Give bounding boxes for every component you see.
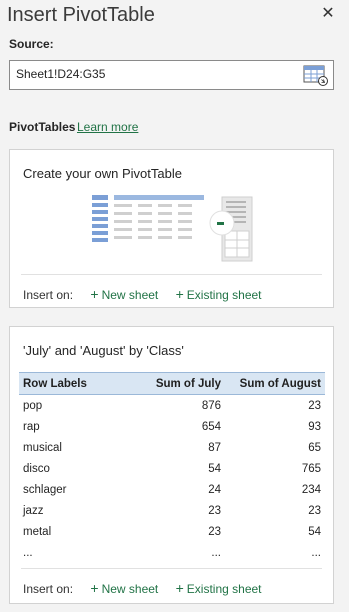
august-value: 23 [308, 504, 321, 517]
insert-on-label: Insert on: [23, 582, 74, 596]
table-header-row: Row Labels Sum of July Sum of August [19, 372, 325, 395]
source-range-field[interactable] [9, 60, 334, 90]
column-header: Sum of July [117, 372, 225, 395]
new-sheet-label: New sheet [101, 582, 159, 596]
create-card-insert-row: Insert on: + New sheet + Existing sheet [23, 286, 262, 302]
pivottable-illustration-icon [92, 195, 254, 263]
table-row: ... ... ... [19, 542, 325, 563]
row-label: pop [23, 399, 43, 412]
pane-title: Insert PivotTable [7, 4, 155, 26]
source-range-input[interactable] [16, 67, 286, 81]
august-value: 23 [308, 399, 321, 412]
table-row: metal 23 54 [19, 521, 325, 542]
new-sheet-button[interactable]: + New sheet [90, 580, 159, 596]
august-value: ... [311, 546, 321, 559]
row-label: metal [23, 525, 52, 538]
july-value: 23 [208, 525, 221, 538]
plus-icon: + [90, 286, 99, 302]
row-label: jazz [23, 504, 44, 517]
existing-sheet-label: Existing sheet [186, 582, 262, 596]
existing-sheet-label: Existing sheet [186, 288, 262, 302]
row-label: schlager [23, 483, 67, 496]
august-value: 765 [301, 462, 321, 475]
august-value: 65 [308, 441, 321, 454]
range-select-icon[interactable] [303, 64, 329, 86]
july-value: 654 [201, 420, 221, 433]
plus-icon: + [90, 580, 99, 596]
row-label: ... [23, 546, 33, 559]
new-sheet-label: New sheet [101, 288, 159, 302]
existing-sheet-button[interactable]: + Existing sheet [175, 286, 262, 302]
plus-icon: + [175, 580, 184, 596]
july-value: 24 [208, 483, 221, 496]
column-header: Row Labels [19, 372, 117, 395]
create-card-title: Create your own PivotTable [23, 166, 182, 181]
august-value: 54 [308, 525, 321, 538]
row-label: rap [23, 420, 40, 433]
table-row: musical 87 65 [19, 437, 325, 458]
insert-on-label: Insert on: [23, 288, 74, 302]
august-value: 234 [301, 483, 321, 496]
recommended-card-insert-row: Insert on: + New sheet + Existing sheet [23, 580, 262, 596]
pivottables-label: PivotTables [9, 120, 76, 134]
july-value: 23 [208, 504, 221, 517]
july-value: 87 [208, 441, 221, 454]
table-row: rap 654 93 [19, 416, 325, 437]
learn-more-link[interactable]: Learn more [77, 120, 138, 134]
table-row: disco 54 765 [19, 458, 325, 479]
july-value: 876 [201, 399, 221, 412]
plus-icon: + [175, 286, 184, 302]
recommended-card-divider [21, 568, 322, 569]
table-row: schlager 24 234 [19, 479, 325, 500]
close-icon[interactable]: ✕ [319, 5, 337, 23]
create-pivottable-card[interactable]: Create your own PivotTable Insert on: + … [9, 149, 334, 308]
table-row: pop 876 23 [19, 395, 325, 417]
table-row: jazz 23 23 [19, 500, 325, 521]
pivot-preview-table: Row Labels Sum of July Sum of August pop… [19, 372, 325, 563]
existing-sheet-button[interactable]: + Existing sheet [175, 580, 262, 596]
recommended-card-title: 'July' and 'August' by 'Class' [23, 343, 184, 358]
row-label: disco [23, 462, 50, 475]
july-value: 54 [208, 462, 221, 475]
create-card-divider [21, 274, 322, 275]
july-value: ... [211, 546, 221, 559]
row-label: musical [23, 441, 62, 454]
column-header: Sum of August [225, 372, 325, 395]
new-sheet-button[interactable]: + New sheet [90, 286, 159, 302]
source-label: Source: [9, 37, 54, 51]
recommended-pivottable-card[interactable]: 'July' and 'August' by 'Class' Row Label… [9, 326, 334, 604]
august-value: 93 [308, 420, 321, 433]
